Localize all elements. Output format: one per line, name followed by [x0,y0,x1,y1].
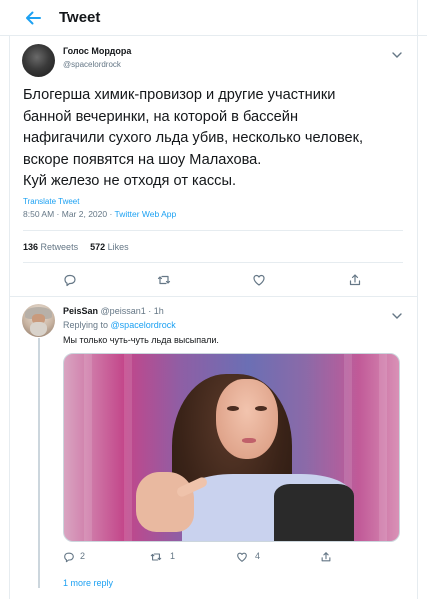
meta-separator: · [107,209,115,219]
tweet-source-link[interactable]: Twitter Web App [115,209,177,219]
thread-line [38,338,40,588]
reply-author-avatar[interactable] [22,304,55,337]
tweet-text: Блогерша химик-провизор и другие участни… [23,85,403,193]
reply-header: PeisSan @peissan1 · 1h [63,306,164,316]
tweet-timestamp[interactable]: 8:50 AM · Mar 2, 2020 [23,209,107,219]
likes-stat[interactable]: 572 Likes [90,242,129,252]
tweet-text-line: Куй железо не отходя от кассы. [23,173,237,189]
reply-retweets-count: 1 [170,551,176,561]
reply-icon[interactable] [63,273,77,287]
tweet-stats: 136 Retweets 572 Likes [23,242,129,252]
more-replies-link[interactable]: 1 more reply [63,578,113,588]
share-icon[interactable] [348,273,362,287]
divider [10,296,417,297]
retweet-icon[interactable] [150,550,162,562]
reply-media-image[interactable] [63,353,400,542]
top-bar: Tweet [0,0,427,36]
replying-to-handle-link[interactable]: @spacelordrock [111,320,176,330]
column-border-left [9,36,10,599]
divider [23,262,403,263]
like-heart-icon[interactable] [252,273,266,287]
author-avatar[interactable] [22,44,55,77]
like-heart-icon[interactable] [236,550,248,562]
chevron-down-icon[interactable] [392,46,402,58]
tweet-text-line: нафигачили сухого льда убив, несколько ч… [23,130,364,146]
translate-tweet-link[interactable]: Translate Tweet [23,197,79,206]
tweet-meta: 8:50 AM · Mar 2, 2020 · Twitter Web App [23,209,176,219]
page-title: Tweet [59,9,101,26]
reply-author-name[interactable]: PeisSan [63,306,98,316]
tweet-text-line: Блогерша химик-провизор и другие участни… [23,87,336,103]
reply-text: Мы только чуть-чуть льда высыпали. [63,335,219,345]
reply-icon[interactable] [63,550,75,563]
retweet-icon[interactable] [157,273,171,287]
replying-to: Replying to @spacelordrock [63,320,176,330]
reply-replies-count: 2 [80,551,86,561]
author-handle[interactable]: @spacelordrock [63,60,121,69]
thread-dots [36,570,42,586]
back-arrow-icon[interactable] [24,9,42,27]
chevron-down-icon[interactable] [392,307,402,319]
author-name[interactable]: Голос Мордора [63,46,131,56]
tweet-text-line: банной вечеринки, на которой в бассейн [23,108,299,125]
reply-likes-count: 4 [255,551,261,561]
reply-time[interactable]: · 1h [148,306,164,316]
share-icon[interactable] [320,550,332,562]
divider [23,230,403,231]
column-border-right [417,0,418,599]
reply-author-handle[interactable]: @peissan1 [101,306,146,316]
retweets-stat[interactable]: 136 Retweets [23,242,78,252]
tweet-text-line: вскоре появятся на шоу Малахова. [23,151,262,168]
